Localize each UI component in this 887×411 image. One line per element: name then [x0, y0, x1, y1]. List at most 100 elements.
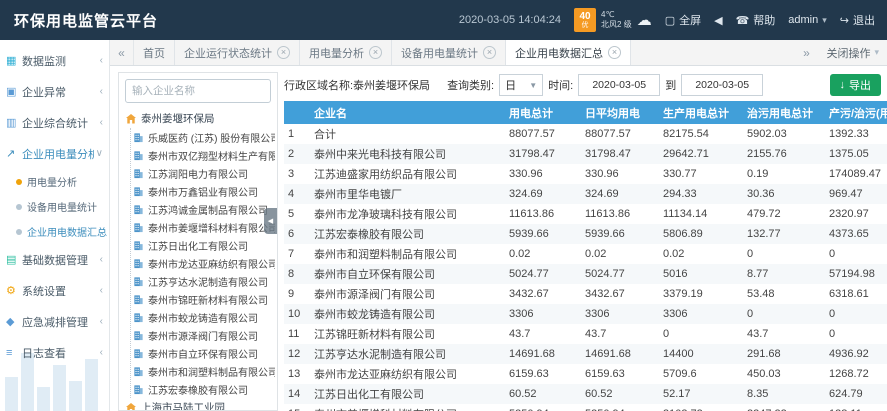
table-row[interactable]: 12江苏亨达水泥制造有限公司14691.6814691.6814400291.6…: [284, 344, 887, 364]
tree-node[interactable]: 江苏亨达水泥制造有限公司: [133, 272, 275, 290]
value-cell: 0.02: [505, 244, 581, 264]
query-type-select[interactable]: 日 ▼: [499, 74, 543, 96]
weather-widget: 40 优 4℃ 北风2 级 ☁: [574, 8, 652, 32]
tree-node[interactable]: 泰州市姜堰增科材料有限公司: [133, 218, 275, 236]
sidebar-item[interactable]: ≡日志查看‹: [0, 337, 109, 368]
tab-bar: « 首页企业运行状态统计×用电量分析×设备用电量统计×企业用电数据汇总× » 关…: [110, 40, 887, 66]
company-name: 泰州市自立环保有限公司: [310, 264, 505, 284]
chevron-left-icon: ‹: [98, 55, 103, 66]
value-cell: 324.69: [505, 184, 581, 204]
date-to-input[interactable]: [681, 74, 763, 96]
help-button[interactable]: ☎ 帮助: [736, 12, 776, 28]
app-title: 环保用电监管云平台: [0, 10, 172, 31]
building-icon: [133, 186, 144, 197]
tree-node[interactable]: 泰州市蛟龙铸造有限公司: [133, 308, 275, 326]
tree-node[interactable]: 江苏润阳电力有限公司: [133, 164, 275, 182]
org-icon: [125, 113, 137, 125]
table-row[interactable]: 13泰州市龙达亚麻纺织有限公司6159.636159.635709.6450.0…: [284, 364, 887, 384]
table-row[interactable]: 11江苏锦旺新材料有限公司43.743.7043.70: [284, 324, 887, 344]
tab[interactable]: 首页: [134, 40, 175, 65]
tree-node[interactable]: 泰州市自立环保有限公司: [133, 344, 275, 362]
table-body: 1合计88077.5788077.5782175.545902.031392.3…: [284, 124, 887, 411]
chevron-left-icon: ‹: [98, 254, 103, 265]
tree-root-node[interactable]: 泰州姜堰环保局: [121, 109, 275, 128]
tab[interactable]: 用电量分析×: [300, 40, 392, 65]
close-icon[interactable]: ×: [277, 46, 290, 59]
value-cell: 174089.47: [825, 164, 887, 184]
filter-bar: 行政区域名称:泰州姜堰环保局 查询类别: 日 ▼ 时间: 到 ↓ 导出: [284, 72, 887, 98]
table-row[interactable]: 4泰州市里华电镀厂324.69324.69294.3330.36969.47: [284, 184, 887, 204]
tree-node[interactable]: 泰州市源泽阀门有限公司: [133, 326, 275, 344]
tab[interactable]: 设备用电量统计 ×: [392, 40, 506, 65]
table-row[interactable]: 6江苏宏泰橡胶有限公司5939.665939.665806.89132.7743…: [284, 224, 887, 244]
sidebar-item-label: 应急减排管理: [22, 314, 98, 330]
value-cell: 2320.97: [825, 204, 887, 224]
sidebar-item[interactable]: ⚙系统设置‹: [0, 275, 109, 306]
table-row[interactable]: 9泰州市源泽阀门有限公司3432.673432.673379.1953.4863…: [284, 284, 887, 304]
tree-root-node[interactable]: 上海市马陆工业园: [121, 398, 275, 411]
building-icon: [133, 240, 144, 251]
chevron-left-icon: ‹: [98, 86, 103, 97]
tree-node[interactable]: 江苏宏泰橡胶有限公司: [133, 380, 275, 398]
bullet-icon: [16, 179, 22, 185]
value-cell: 0.02: [659, 244, 743, 264]
tree-node-label: 泰州市和润塑料制品有限公司: [148, 364, 275, 379]
logout-button[interactable]: ↪ 退出: [840, 12, 875, 28]
tree-node[interactable]: 泰州市万鑫铝业有限公司: [133, 182, 275, 200]
company-name: 泰州市源泽阀门有限公司: [310, 284, 505, 304]
row-index: 8: [284, 264, 310, 284]
tree-node-label: 泰州市龙达亚麻纺织有限公司: [148, 256, 275, 271]
sidebar-subitem-label: 设备用电量统计: [27, 199, 97, 214]
value-cell: 0: [743, 304, 825, 324]
tree-node[interactable]: 江苏鸿诚金属制品有限公司: [133, 200, 275, 218]
close-icon[interactable]: ×: [369, 46, 382, 59]
tab[interactable]: 企业用电数据汇总×: [506, 40, 631, 65]
tree-node[interactable]: 泰州市和润塑料制品有限公司: [133, 362, 275, 380]
sidebar-item[interactable]: ↗企业用电量分析∨: [0, 138, 109, 169]
table-row[interactable]: 2泰州中来光电科技有限公司31798.4731798.4729642.71215…: [284, 144, 887, 164]
table-row[interactable]: 15泰州市姜堰增科材料有限公司5350.945350.943103.722247…: [284, 404, 887, 411]
row-index: 9: [284, 284, 310, 304]
sidebar-subitem[interactable]: 用电量分析: [0, 169, 109, 194]
value-cell: 88077.57: [581, 124, 659, 144]
tabs-scroll-right-icon[interactable]: »: [794, 46, 818, 60]
tab-label: 首页: [143, 45, 165, 61]
value-cell: 5939.66: [581, 224, 659, 244]
sidebar-item[interactable]: ▥企业综合统计‹: [0, 107, 109, 138]
tree-node[interactable]: 江苏日出化工有限公司: [133, 236, 275, 254]
sidebar-subitem[interactable]: 设备用电量统计: [0, 194, 109, 219]
tree-node[interactable]: 泰州市锦旺新材料有限公司: [133, 290, 275, 308]
column-header: 日平均用电: [581, 101, 659, 124]
value-cell: 3432.67: [505, 284, 581, 304]
fullscreen-button[interactable]: ▢ 全屏: [665, 12, 701, 28]
tab[interactable]: 企业运行状态统计×: [175, 40, 300, 65]
user-menu[interactable]: admin ▾: [788, 14, 827, 26]
sidebar-item[interactable]: ▦数据监测‹: [0, 45, 109, 76]
close-icon[interactable]: ×: [483, 46, 496, 59]
tabs-scroll-left-icon[interactable]: «: [110, 40, 134, 65]
table-row[interactable]: 5泰州市龙净玻璃科技有限公司11613.8611613.8611134.1447…: [284, 204, 887, 224]
value-cell: 11134.14: [659, 204, 743, 224]
sidebar-item[interactable]: ▣企业异常‹: [0, 76, 109, 107]
export-button[interactable]: ↓ 导出: [830, 74, 882, 96]
app-header: 环保用电监管云平台 2020-03-05 14:04:24 40 优 4℃ 北风…: [0, 0, 887, 40]
table-row[interactable]: 7泰州市和润塑料制品有限公司0.020.020.0200: [284, 244, 887, 264]
collapse-panel-handle[interactable]: ◀: [264, 208, 277, 234]
table-row[interactable]: 10泰州市蛟龙铸造有限公司33063306330600: [284, 304, 887, 324]
table-row[interactable]: 8泰州市自立环保有限公司5024.775024.7750168.7757194.…: [284, 264, 887, 284]
search-input[interactable]: [125, 79, 271, 103]
tab-label: 设备用电量统计: [401, 45, 478, 61]
table-row[interactable]: 1合计88077.5788077.5782175.545902.031392.3…: [284, 124, 887, 144]
tree-node[interactable]: 乐威医药 (江苏) 股份有限公司: [133, 128, 275, 146]
table-row[interactable]: 14江苏日出化工有限公司60.5260.5252.178.35624.79: [284, 384, 887, 404]
close-operations-menu[interactable]: 关闭操作 ▾: [826, 45, 879, 61]
date-from-input[interactable]: [578, 74, 660, 96]
sidebar-item[interactable]: ◆应急减排管理‹: [0, 306, 109, 337]
tree-node[interactable]: 泰州市双亿翔型材料生产有限公司: [133, 146, 275, 164]
sidebar-item[interactable]: ▤基础数据管理‹: [0, 244, 109, 275]
table-row[interactable]: 3江苏迪盛家用纺织品有限公司330.96330.96330.770.191740…: [284, 164, 887, 184]
sidebar-subitem[interactable]: 企业用电数据汇总: [0, 219, 109, 244]
header-collapse-arrow-icon[interactable]: ◀: [714, 14, 722, 27]
tree-node[interactable]: 泰州市龙达亚麻纺织有限公司: [133, 254, 275, 272]
close-icon[interactable]: ×: [608, 46, 621, 59]
